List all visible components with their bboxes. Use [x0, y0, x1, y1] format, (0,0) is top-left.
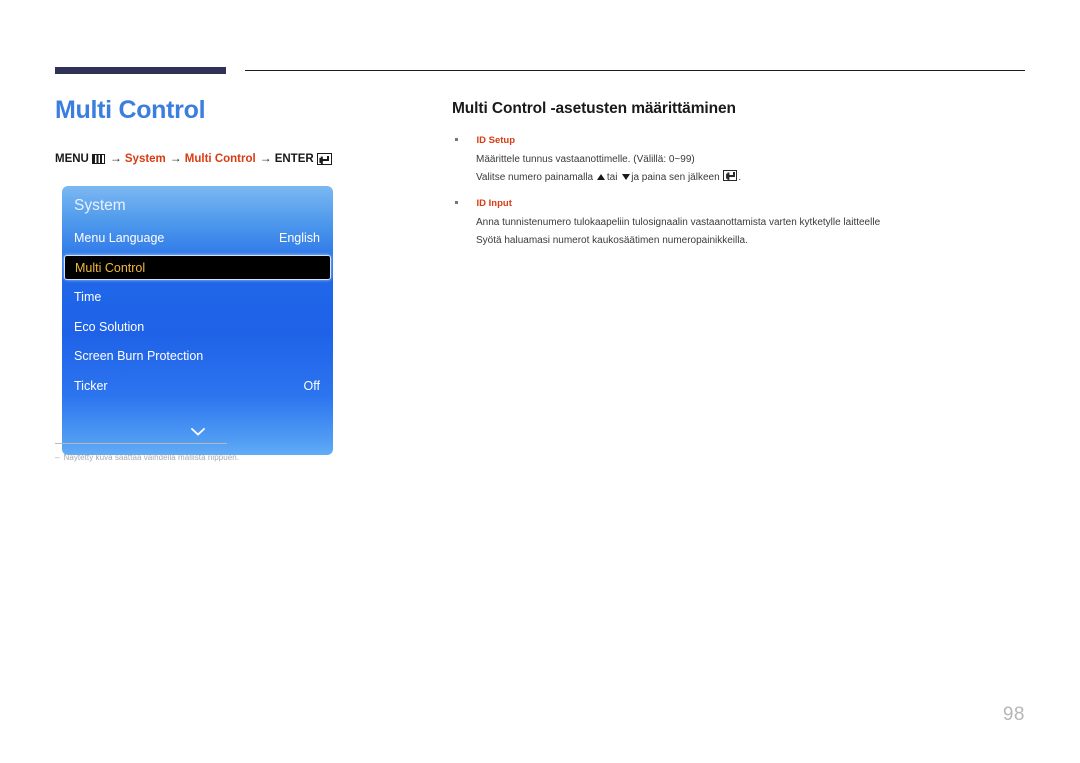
breadcrumb-enter-label: ENTER — [274, 153, 314, 165]
bullet-heading-id-input: ID Input — [452, 198, 1027, 209]
bullet-heading-label: ID Input — [476, 198, 512, 209]
osd-label-eco-solution: Eco Solution — [74, 319, 145, 334]
osd-label-menu-language: Menu Language — [74, 231, 165, 246]
bullet-dot-icon — [455, 201, 458, 204]
bullet-line: Syötä haluamasi numerot kaukosäätimen nu… — [476, 232, 1027, 250]
osd-panel-title: System — [74, 197, 126, 214]
menu-grid-icon — [91, 154, 105, 164]
breadcrumb-menu-label: MENU — [55, 153, 89, 165]
osd-menu-list: Menu Language English Multi Control Time… — [62, 224, 333, 401]
bullet-group-id-input: ID Input Anna tunnistenumero tulokaapeli… — [452, 198, 1027, 249]
osd-row-eco-solution[interactable]: Eco Solution — [62, 312, 333, 342]
osd-row-multi-control[interactable]: Multi Control — [64, 255, 331, 280]
breadcrumb: MENU → System → Multi Control → ENTER — [55, 151, 405, 167]
left-column: Multi Control MENU → System → Multi Cont… — [55, 95, 405, 167]
bullet-dot-icon — [455, 138, 458, 141]
bullet-group-id-setup: ID Setup Määrittele tunnus vastaanottime… — [452, 135, 1027, 186]
osd-label-time: Time — [74, 290, 102, 305]
bullet-line-text: Anna tunnistenumero tulokaapeliin tulosi… — [476, 217, 881, 228]
osd-row-time[interactable]: Time — [62, 283, 333, 313]
triangle-down-icon — [621, 173, 630, 180]
bullet-line-text-part1: Valitse numero painamalla — [476, 171, 596, 183]
bullet-heading-id-setup: ID Setup — [452, 135, 1027, 146]
breadcrumb-arrow-2: → — [169, 151, 182, 165]
enter-key-icon — [316, 153, 332, 165]
bullet-line: Valitse numero painamalla tai ja paina s… — [476, 169, 1027, 187]
bullet-heading-label: ID Setup — [476, 135, 516, 146]
osd-label-multi-control: Multi Control — [75, 260, 146, 275]
footnote-text: ‒ Näytetty kuva saattaa vaihdella mallist… — [55, 453, 355, 462]
bullet-line-text-part2: tai — [606, 171, 621, 183]
bullet-line-text-part3: ja paina sen jälkeen — [631, 171, 723, 183]
osd-value-ticker: Off — [303, 378, 320, 393]
bullet-line-text: Syötä haluamasi numerot kaukosäätimen nu… — [476, 234, 748, 246]
osd-row-screen-burn-protection[interactable]: Screen Burn Protection — [62, 342, 333, 372]
header-rule — [245, 70, 1025, 71]
section-title: Multi Control -asetusten määrittäminen — [452, 100, 736, 117]
osd-row-menu-language[interactable]: Menu Language English — [62, 224, 333, 254]
triangle-up-icon — [597, 173, 606, 180]
osd-menu-panel: System Menu Language English Multi Contr… — [62, 186, 333, 455]
footnote-body: Näytetty kuva saattaa vaihdella mallista… — [63, 453, 239, 463]
chevron-down-icon[interactable] — [62, 425, 333, 438]
header-accent-bar — [55, 67, 226, 74]
footnote-dash: ‒ — [55, 453, 60, 463]
osd-row-ticker[interactable]: Ticker Off — [62, 371, 333, 401]
bullet-line-text-part4: . — [738, 171, 742, 183]
bullet-line-text: Määrittele tunnus vastaanottimelle. (Väl… — [476, 154, 695, 165]
bullet-body-id-input: Anna tunnistenumero tulokaapeliin tulosi… — [452, 214, 1027, 249]
bullet-body-id-setup: Määrittele tunnus vastaanottimelle. (Väl… — [452, 151, 1027, 186]
right-column: Multi Control -asetusten määrittäminen I… — [452, 100, 1027, 261]
footnote-rule — [55, 443, 227, 445]
page-number: 98 — [1002, 704, 1025, 725]
enter-key-icon — [723, 169, 738, 181]
bullet-line: Anna tunnistenumero tulokaapeliin tulosi… — [476, 214, 1027, 232]
breadcrumb-step-system[interactable]: System — [125, 153, 166, 165]
bullet-line: Määrittele tunnus vastaanottimelle. (Väl… — [476, 151, 1027, 169]
breadcrumb-step-multi-control[interactable]: Multi Control — [185, 153, 256, 165]
osd-label-ticker: Ticker — [74, 378, 108, 393]
page-title: Multi Control — [55, 96, 206, 124]
osd-value-menu-language: English — [279, 231, 320, 246]
breadcrumb-arrow-1: → — [109, 151, 122, 165]
osd-label-screen-burn-protection: Screen Burn Protection — [74, 349, 204, 364]
breadcrumb-arrow-3: → — [259, 151, 272, 165]
footnote-block: ‒ Näytetty kuva saattaa vaihdella mallist… — [55, 443, 355, 462]
